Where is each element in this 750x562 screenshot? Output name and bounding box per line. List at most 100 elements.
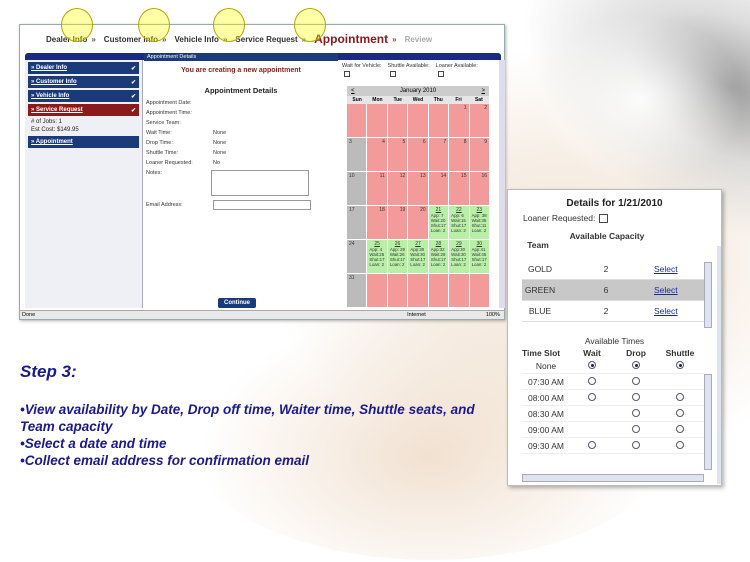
drop-radio[interactable] (632, 424, 640, 433)
day-number: 3 (349, 139, 352, 145)
sidebar-item-vehicle-info[interactable]: » Vehicle Info ✔ (28, 90, 139, 102)
email-label: Email Address: (146, 202, 183, 208)
shuttle-label: Shuttle Available: (387, 63, 430, 69)
check-icon: ✔ (130, 65, 136, 72)
details-panel: Details for 1/21/2010 Loaner Requested: … (507, 189, 722, 486)
detail-label: Drop Time: (146, 140, 173, 146)
caption-bullet: •View availability by Date, Drop off tim… (20, 402, 475, 434)
calendar-day: 24 (347, 240, 367, 273)
drop-radio[interactable] (632, 376, 640, 385)
zoom-level[interactable]: 100% (486, 311, 500, 319)
shuttle-radio[interactable] (676, 360, 684, 369)
page-scrollbar[interactable] (499, 60, 505, 308)
select-team-link[interactable]: Select (654, 264, 678, 274)
shuttle-radio[interactable] (676, 440, 684, 449)
loaner-option: Loaner Available: (436, 63, 478, 79)
next-month-link[interactable]: > (481, 86, 485, 96)
calendar-day[interactable]: 26 App: 29 Wait:26 Shut:17 Loan: 2 (387, 240, 408, 273)
calendar-day[interactable]: 29 App:30 Wait:30 Shut:17 Loan: 2 (449, 240, 469, 273)
shuttle-radio[interactable] (676, 424, 684, 433)
loaner-checkbox[interactable] (437, 71, 444, 77)
step-vehicle-info[interactable]: Vehicle Info (174, 35, 218, 44)
wait-radio[interactable] (588, 440, 596, 449)
calendar-day[interactable]: 23 App: 38 Wait:35 Shut:11 Loan: 2 (469, 206, 489, 239)
wait-radio[interactable] (588, 360, 596, 369)
email-field[interactable] (213, 200, 311, 210)
highlight-circle (294, 8, 326, 42)
team-capacity: 6 (603, 285, 609, 295)
availability-line: Loan: 2 (410, 262, 425, 267)
day-number: 31 (349, 275, 355, 281)
calendar-day: 4 (367, 138, 387, 171)
times-scrollbar[interactable] (704, 374, 712, 470)
drop-radio[interactable] (632, 360, 640, 369)
calendar-day[interactable]: 28 App:32 Wait:28 Shut:17 Loan: 2 (428, 240, 449, 273)
day-number: 17 (349, 207, 355, 213)
calendar-day[interactable]: 25 App: 4 Wait:25 Shut:17 Loan: 2 (367, 240, 387, 273)
highlight-circle (213, 8, 245, 42)
calendar-day: 11 (367, 172, 387, 205)
day-number: 7 (443, 139, 447, 145)
calendar-day[interactable]: 22 App: 6 Wait:15 Shut:17 Loan: 2 (449, 206, 469, 239)
team-name: BLUE (528, 306, 552, 316)
drop-radio[interactable] (632, 408, 640, 417)
calendar-day[interactable]: 27 App:30 Wait:30 Shut:17 Loan: 2 (408, 240, 428, 273)
sidebar-item-customer-info[interactable]: » Customer Info ✔ (28, 76, 139, 88)
select-team-link[interactable]: Select (654, 306, 678, 316)
loaner-label: Loaner Available: (435, 63, 478, 69)
calendar-day[interactable]: 30 App:41 Wait:45 Shut:17 Loan: 2 (469, 240, 489, 273)
calendar-day (449, 274, 469, 307)
calendar-day: 3 (347, 138, 367, 171)
day-number: 6 (422, 139, 426, 145)
form-title: Appointment Details (204, 86, 278, 95)
team-name: GOLD (527, 264, 553, 274)
shuttle-radio[interactable] (676, 392, 684, 401)
calendar-panel: Wait for Vehicle: Shuttle Available: Loa… (342, 60, 497, 308)
time-slot-row: 07:30 AM (522, 374, 704, 390)
section-header: Appointment Details (144, 53, 338, 61)
browser-screenshot: Dealer Info» Customer Info» Vehicle Info… (19, 8, 505, 320)
team-scrollbar[interactable] (704, 262, 712, 328)
wait-radio[interactable] (588, 392, 596, 401)
team-name: GREEN (524, 285, 556, 295)
shuttle-radio[interactable] (676, 408, 684, 417)
time-slot-row: 08:30 AM (522, 406, 704, 422)
calendar-day (367, 274, 387, 307)
sidebar-item-label: » Appointment (31, 139, 73, 145)
shuttle-checkbox[interactable] (389, 71, 396, 77)
calendar-day: 15 (449, 172, 469, 205)
day-number: 19 (399, 207, 406, 213)
calendar-day: 31 (347, 274, 367, 307)
weekday-label: Wed (412, 97, 424, 103)
time-slot-label: 07:30 AM (528, 376, 564, 387)
detail-label: Loaner Requested: (146, 160, 193, 166)
day-number: 11 (379, 173, 385, 179)
prev-month-link[interactable]: < (351, 86, 355, 96)
availability-line: Loan: 2 (471, 262, 487, 267)
loaner-checkbox[interactable] (599, 213, 609, 223)
calendar-day[interactable]: 21 App: 7 Wait:20 Shut:17 Loan: 2 (428, 206, 449, 239)
calendar-day (367, 104, 387, 137)
sidebar-item-appointment[interactable]: » Appointment (28, 136, 139, 148)
loaner-row: Loaner Requested: (523, 213, 721, 223)
calendar-day: 19 (387, 206, 408, 239)
wait-radio[interactable] (588, 376, 596, 385)
notes-label: Notes: (146, 170, 162, 176)
time-slot-label: 09:30 AM (528, 440, 564, 451)
notes-field[interactable] (211, 170, 309, 196)
time-slot-label: 09:00 AM (528, 424, 564, 435)
select-team-link[interactable]: Select (654, 285, 678, 295)
detail-row: Shuttle Time: None (144, 148, 338, 158)
month-header: < January 2010 > (347, 86, 489, 96)
panel-scrollbar[interactable] (717, 246, 721, 484)
check-icon: ✔ (130, 79, 136, 86)
step-service-request[interactable]: Service Request (235, 35, 297, 44)
team-capacity: 2 (603, 264, 609, 274)
drop-radio[interactable] (632, 440, 640, 449)
drop-radio[interactable] (632, 392, 640, 401)
horizontal-scrollbar[interactable] (522, 474, 704, 482)
wait-checkbox[interactable] (344, 71, 350, 77)
sidebar-item-dealer-info[interactable]: » Dealer Info ✔ (28, 62, 139, 74)
sidebar-item-service-request[interactable]: » Service Request ✔ (28, 104, 139, 116)
continue-button[interactable]: Continue (218, 298, 256, 308)
